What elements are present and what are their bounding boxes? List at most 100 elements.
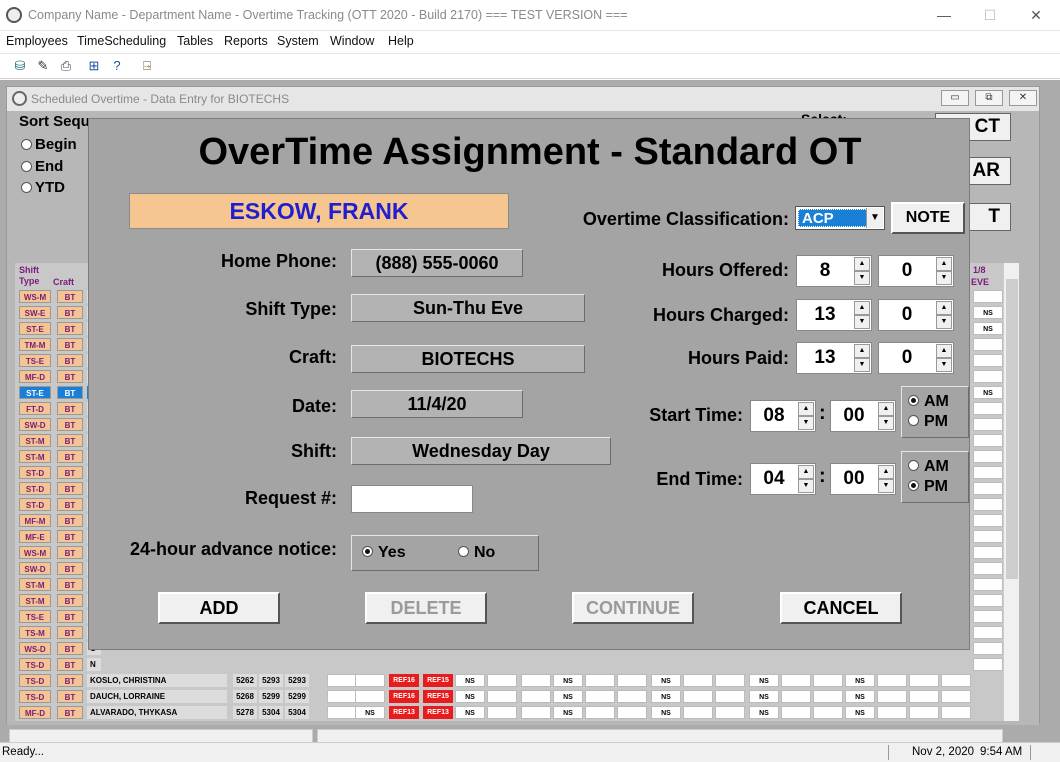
schedule-cell: [683, 706, 713, 719]
request-number-input[interactable]: [351, 485, 473, 513]
spin-arrows-icon[interactable]: ▲ ▼: [936, 344, 952, 372]
grid-header-date: 1/8: [973, 265, 986, 275]
help-icon[interactable]: ?: [108, 57, 126, 75]
number-cell: 5299: [259, 690, 283, 703]
spin-arrows-icon[interactable]: ▲ ▼: [878, 465, 894, 493]
delete-button[interactable]: DELETE: [365, 592, 487, 624]
scroll-thumb[interactable]: [1006, 279, 1018, 579]
pen-icon[interactable]: ✎: [34, 57, 52, 75]
spin-arrows-icon[interactable]: ▲ ▼: [798, 402, 814, 430]
database-icon[interactable]: ⛁: [11, 57, 29, 75]
craft-cell: BT: [57, 354, 83, 367]
schedule-cell: [973, 434, 1003, 447]
continue-button[interactable]: CONTINUE: [572, 592, 694, 624]
craft-cell: BT: [57, 370, 83, 383]
craft-cell: BT: [57, 338, 83, 351]
hours-paid-spinner[interactable]: 13 ▲ ▼: [796, 342, 872, 374]
hours-charged-spinner[interactable]: 13 ▲ ▼: [796, 299, 872, 331]
menu-timescheduling[interactable]: TimeScheduling: [77, 34, 166, 48]
schedule-cell: [877, 674, 907, 687]
ot-classification-select[interactable]: ACP ▼: [795, 206, 885, 230]
craft-cell: BT: [57, 450, 83, 463]
schedule-cell: [973, 354, 1003, 367]
chevron-down-icon[interactable]: ▼: [866, 208, 883, 228]
craft-value: BIOTECHS: [351, 345, 585, 373]
sort-ytd-radio[interactable]: YTD: [21, 179, 65, 196]
menu-reports[interactable]: Reports: [224, 34, 268, 48]
sort-end-radio[interactable]: End: [21, 158, 63, 175]
title-bar: Company Name - Department Name - Overtim…: [0, 0, 1060, 31]
child-minimize-button[interactable]: ▭: [941, 90, 969, 106]
craft-cell: BT: [57, 626, 83, 639]
craft-cell: BT: [57, 594, 83, 607]
menu-system[interactable]: System: [277, 34, 319, 48]
menu-employees[interactable]: Employees: [6, 34, 68, 48]
start-pm-radio[interactable]: PM: [908, 413, 948, 431]
schedule-cell: [813, 690, 843, 703]
end-am-radio[interactable]: AM: [908, 458, 949, 476]
table-row[interactable]: TS-D BT KOSLO, CHRISTINA 5262 5293 5293 REF16 R…: [15, 673, 1005, 688]
shift-type-cell: TS-D: [19, 674, 51, 687]
close-button[interactable]: ✕: [1026, 5, 1046, 25]
hours-charged-min-spinner[interactable]: 0 ▲ ▼: [878, 299, 954, 331]
table-row[interactable]: TS-D BT N: [15, 657, 1005, 672]
craft-cell: BT: [57, 306, 83, 319]
advance-notice-group: Yes No: [351, 535, 539, 571]
notice-no-label: No: [474, 544, 496, 561]
sort-begin-radio[interactable]: Begin: [21, 136, 77, 153]
menu-tables[interactable]: Tables: [177, 34, 213, 48]
number-cell: 5304: [285, 706, 309, 719]
hours-offered-min-spinner[interactable]: 0 ▲ ▼: [878, 255, 954, 287]
add-button[interactable]: ADD: [158, 592, 280, 624]
spin-arrows-icon[interactable]: ▲ ▼: [936, 301, 952, 329]
spin-arrows-icon[interactable]: ▲ ▼: [854, 344, 870, 372]
schedule-cell: [585, 690, 615, 703]
table-row[interactable]: TS-D BT DAUCH, LORRAINE 5268 5299 5299 REF16 RE…: [15, 689, 1005, 704]
craft-cell: BT: [57, 322, 83, 335]
printer-icon[interactable]: ⎙: [57, 57, 75, 75]
child-close-button[interactable]: ✕: [1009, 90, 1037, 106]
craft-cell: BT: [57, 290, 83, 303]
shift-type-cell: ST-E: [19, 322, 51, 335]
schedule-cell: [877, 690, 907, 703]
employee-name-cell: ALVARADO, THYKASA: [87, 706, 227, 719]
spin-arrows-icon[interactable]: ▲ ▼: [878, 402, 894, 430]
table-row[interactable]: MF-D BT ALVARADO, THYKASA 5278 5304 5304 NS REF…: [15, 705, 1005, 720]
note-button[interactable]: NOTE: [891, 202, 965, 234]
menu-help[interactable]: Help: [388, 34, 414, 48]
minimize-button[interactable]: —: [934, 5, 954, 25]
cancel-button[interactable]: CANCEL: [780, 592, 902, 624]
spin-arrows-icon[interactable]: ▲ ▼: [798, 465, 814, 493]
grid-vertical-scrollbar[interactable]: [1003, 263, 1019, 721]
number-cell: 5304: [259, 706, 283, 719]
start-colon: :: [819, 402, 826, 424]
child-maximize-button[interactable]: ⧉: [975, 90, 1003, 106]
shift-type-cell: WS-M: [19, 546, 51, 559]
start-am-radio[interactable]: AM: [908, 393, 949, 411]
maximize-button[interactable]: ☐: [980, 5, 1000, 25]
start-minute-spinner[interactable]: 00 ▲ ▼: [830, 400, 896, 432]
hours-paid-min-spinner[interactable]: 0 ▲ ▼: [878, 342, 954, 374]
menu-window[interactable]: Window: [330, 34, 374, 48]
shift-type-cell: FT-D: [19, 402, 51, 415]
schedule-cell: NS: [553, 674, 583, 687]
spin-arrows-icon[interactable]: ▲ ▼: [854, 257, 870, 285]
grid-header-craft: Craft: [53, 277, 75, 287]
exit-door-icon[interactable]: ⍈: [138, 57, 156, 75]
notice-yes-radio[interactable]: Yes: [362, 544, 406, 562]
end-hour-spinner[interactable]: 04 ▲ ▼: [750, 463, 816, 495]
hours-charged-hours: 13: [814, 304, 836, 325]
end-minute-spinner[interactable]: 00 ▲ ▼: [830, 463, 896, 495]
end-pm-radio[interactable]: PM: [908, 478, 948, 496]
grid-icon[interactable]: ⊞: [85, 57, 103, 75]
spin-arrows-icon[interactable]: ▲ ▼: [854, 301, 870, 329]
notice-no-radio[interactable]: No: [458, 544, 495, 562]
refusal-badge: REF15: [423, 690, 453, 703]
spin-arrows-icon[interactable]: ▲ ▼: [936, 257, 952, 285]
employee-name: ESKOW, FRANK: [129, 193, 509, 229]
start-hour-spinner[interactable]: 08 ▲ ▼: [750, 400, 816, 432]
schedule-cell: [617, 706, 647, 719]
schedule-cell: [973, 594, 1003, 607]
hours-offered-spinner[interactable]: 8 ▲ ▼: [796, 255, 872, 287]
shift-type-cell: ST-D: [19, 498, 51, 511]
